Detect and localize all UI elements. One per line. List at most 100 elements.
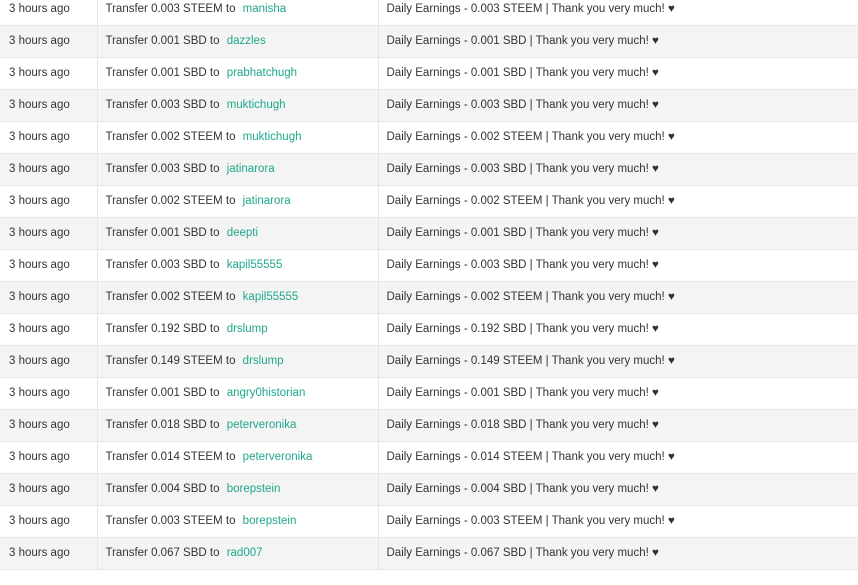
recipient-account-link[interactable]: deepti [227,227,258,239]
transfer-time[interactable]: 3 hours ago [9,35,70,47]
transfer-operation-cell: Transfer 0.003 STEEM to manisha [96,0,378,26]
recipient-account-link[interactable]: dazzles [227,35,266,47]
table-row: 3 hours ago Transfer 0.002 STEEM to kapi… [0,281,858,314]
transfer-amount-text: Transfer 0.002 STEEM to [105,195,236,207]
transfer-amount-text: Transfer 0.003 SBD to [105,99,220,111]
transfer-time-cell: 3 hours ago [0,377,97,410]
transfer-operation-cell: Transfer 0.002 STEEM to kapil55555 [96,281,378,314]
transfer-memo: Daily Earnings - 0.003 SBD | Thank you v… [386,99,659,111]
transfer-amount-text: Transfer 0.001 SBD to [105,227,220,239]
transfer-time-cell: 3 hours ago [0,345,97,378]
transfer-amount-text: Transfer 0.003 STEEM to [105,515,236,527]
transfer-memo-cell: Daily Earnings - 0.014 STEEM | Thank you… [377,441,858,474]
recipient-account-link[interactable]: prabhatchugh [227,67,297,79]
transfer-operation-cell: Transfer 0.003 SBD to jatinarora [96,153,378,186]
transfer-time[interactable]: 3 hours ago [9,131,70,143]
transfer-operation-cell: Transfer 0.002 STEEM to jatinarora [96,185,378,218]
table-row: 3 hours ago Transfer 0.002 STEEM to jati… [0,185,858,218]
transfer-time[interactable]: 3 hours ago [9,419,70,431]
transfer-operation-cell: Transfer 0.001 SBD to angry0historian [96,377,378,410]
transfer-amount-text: Transfer 0.014 STEEM to [105,451,236,463]
recipient-account-link[interactable]: kapil55555 [227,259,283,271]
table-row: 3 hours ago Transfer 0.001 SBD to prabha… [0,57,858,90]
transfer-memo: Daily Earnings - 0.001 SBD | Thank you v… [386,67,659,79]
transfer-memo: Daily Earnings - 0.002 STEEM | Thank you… [386,131,675,143]
recipient-account-link[interactable]: borepstein [227,483,281,495]
transfer-memo-cell: Daily Earnings - 0.001 SBD | Thank you v… [377,377,858,410]
transfer-memo: Daily Earnings - 0.002 STEEM | Thank you… [386,195,675,207]
table-row: 3 hours ago Transfer 0.067 SBD to rad007… [0,537,858,570]
transfer-memo: Daily Earnings - 0.001 SBD | Thank you v… [386,35,659,47]
recipient-account-link[interactable]: jatinarora [243,195,291,207]
recipient-account-link[interactable]: jatinarora [227,163,275,175]
recipient-account-link[interactable]: manisha [243,3,286,15]
transfer-time[interactable]: 3 hours ago [9,387,70,399]
transfer-operation-cell: Transfer 0.192 SBD to drslump [96,313,378,346]
transfer-operation-cell: Transfer 0.003 SBD to kapil55555 [96,249,378,282]
transfer-time-cell: 3 hours ago [0,121,97,154]
transfer-amount-text: Transfer 0.018 SBD to [105,419,220,431]
transfer-memo-cell: Daily Earnings - 0.003 SBD | Thank you v… [377,89,858,122]
table-row: 3 hours ago Transfer 0.192 SBD to drslum… [0,313,858,346]
transfer-memo-cell: Daily Earnings - 0.001 SBD | Thank you v… [377,57,858,90]
transfer-memo-cell: Daily Earnings - 0.001 SBD | Thank you v… [377,25,858,58]
transfer-operation-cell: Transfer 0.001 SBD to prabhatchugh [96,57,378,90]
transfer-time[interactable]: 3 hours ago [9,483,70,495]
transfer-amount-text: Transfer 0.067 SBD to [105,547,220,559]
table-row: 3 hours ago Transfer 0.002 STEEM to mukt… [0,121,858,154]
transfer-memo: Daily Earnings - 0.018 SBD | Thank you v… [386,419,659,431]
transfer-time-cell: 3 hours ago [0,249,97,282]
recipient-account-link[interactable]: peterveronika [243,451,313,463]
recipient-account-link[interactable]: rad007 [227,547,263,559]
transfer-time[interactable]: 3 hours ago [9,227,70,239]
transfer-time[interactable]: 3 hours ago [9,323,70,335]
transfer-memo-cell: Daily Earnings - 0.001 SBD | Thank you v… [377,217,858,250]
table-row: 3 hours ago Transfer 0.003 STEEM to bore… [0,505,858,538]
transfer-time[interactable]: 3 hours ago [9,451,70,463]
transfer-time[interactable]: 3 hours ago [9,195,70,207]
transfer-memo-cell: Daily Earnings - 0.003 STEEM | Thank you… [377,505,858,538]
table-row: 3 hours ago Transfer 0.003 SBD to muktic… [0,89,858,122]
transfer-time[interactable]: 3 hours ago [9,3,70,15]
transfer-memo-cell: Daily Earnings - 0.002 STEEM | Thank you… [377,281,858,314]
transfer-memo: Daily Earnings - 0.003 STEEM | Thank you… [386,515,675,527]
transfer-time[interactable]: 3 hours ago [9,99,70,111]
transfer-time-cell: 3 hours ago [0,505,97,538]
transfer-operation-cell: Transfer 0.003 SBD to muktichugh [96,89,378,122]
transfer-time[interactable]: 3 hours ago [9,515,70,527]
transfer-time[interactable]: 3 hours ago [9,291,70,303]
transfer-time[interactable]: 3 hours ago [9,547,70,559]
transfer-time[interactable]: 3 hours ago [9,67,70,79]
transfer-memo-cell: Daily Earnings - 0.067 SBD | Thank you v… [377,537,858,570]
transfer-time-cell: 3 hours ago [0,217,97,250]
transfer-memo: Daily Earnings - 0.001 SBD | Thank you v… [386,387,659,399]
recipient-account-link[interactable]: peterveronika [227,419,297,431]
recipient-account-link[interactable]: muktichugh [243,131,302,143]
table-row: 3 hours ago Transfer 0.001 SBD to angry0… [0,377,858,410]
recipient-account-link[interactable]: drslump [243,355,284,367]
transfer-memo-cell: Daily Earnings - 0.003 SBD | Thank you v… [377,249,858,282]
table-row: 3 hours ago Transfer 0.014 STEEM to pete… [0,441,858,474]
transfer-time-cell: 3 hours ago [0,441,97,474]
recipient-account-link[interactable]: muktichugh [227,99,286,111]
table-row: 3 hours ago Transfer 0.018 SBD to peterv… [0,409,858,442]
transfer-memo: Daily Earnings - 0.003 SBD | Thank you v… [386,163,659,175]
recipient-account-link[interactable]: borepstein [243,515,297,527]
table-row: 3 hours ago Transfer 0.003 SBD to kapil5… [0,249,858,282]
transfer-time[interactable]: 3 hours ago [9,355,70,367]
recipient-account-link[interactable]: angry0historian [227,387,306,399]
transfer-time[interactable]: 3 hours ago [9,163,70,175]
transfer-operation-cell: Transfer 0.149 STEEM to drslump [96,345,378,378]
transfer-operation-cell: Transfer 0.002 STEEM to muktichugh [96,121,378,154]
transfer-time-cell: 3 hours ago [0,537,97,570]
table-row: 3 hours ago Transfer 0.003 STEEM to mani… [0,0,858,26]
transfer-time-cell: 3 hours ago [0,473,97,506]
table-row: 3 hours ago Transfer 0.004 SBD to boreps… [0,473,858,506]
recipient-account-link[interactable]: kapil55555 [243,291,299,303]
transfer-amount-text: Transfer 0.192 SBD to [105,323,220,335]
transfer-history-body: 3 hours ago Transfer 0.003 STEEM to mani… [0,0,858,570]
transfer-time[interactable]: 3 hours ago [9,259,70,271]
transfer-memo: Daily Earnings - 0.067 SBD | Thank you v… [386,547,659,559]
transfer-memo-cell: Daily Earnings - 0.003 SBD | Thank you v… [377,153,858,186]
recipient-account-link[interactable]: drslump [227,323,268,335]
